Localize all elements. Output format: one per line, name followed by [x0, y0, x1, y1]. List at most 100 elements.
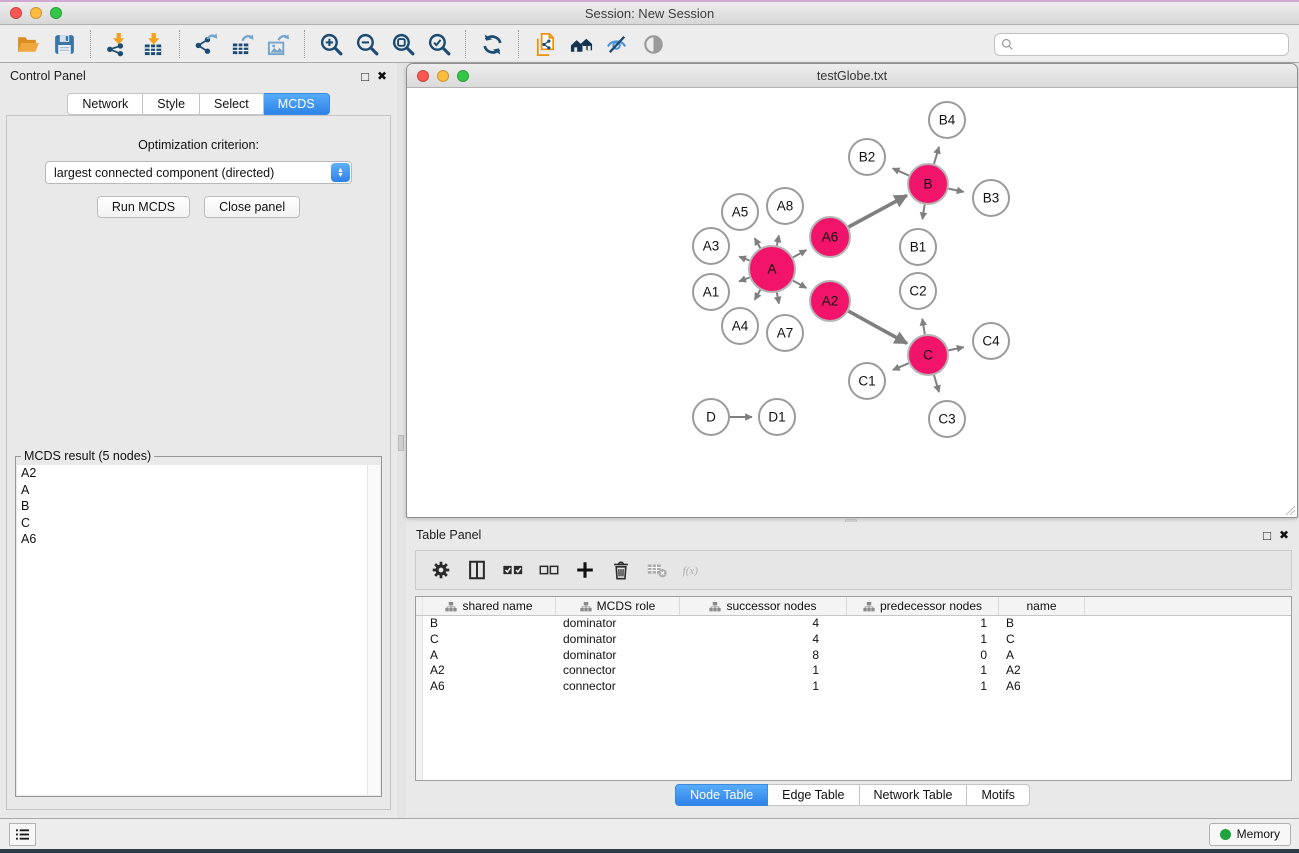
table-cell[interactable]: 8 [680, 648, 847, 664]
table-row-A[interactable]: Adominator80A [423, 648, 1291, 664]
graph-node-C1[interactable]: C1 [849, 363, 885, 399]
table-tab-motifs[interactable]: Motifs [967, 784, 1029, 806]
zoom-fit-icon[interactable] [387, 29, 419, 59]
graph-node-C4[interactable]: C4 [973, 323, 1009, 359]
graph-node-C[interactable]: C [908, 335, 948, 375]
graph-node-A8[interactable]: A8 [767, 188, 803, 224]
table-cell[interactable]: 1 [847, 679, 999, 695]
graph-node-A7[interactable]: A7 [767, 315, 803, 351]
column-header-successor-nodes[interactable]: successor nodes [680, 597, 847, 615]
graph-node-D[interactable]: D [693, 399, 729, 435]
mcds-result-item[interactable]: B [17, 498, 380, 515]
tab-select[interactable]: Select [200, 93, 264, 115]
graph-node-A3[interactable]: A3 [693, 228, 729, 264]
mcds-result-item[interactable]: A6 [17, 531, 380, 548]
export-image-icon[interactable] [262, 29, 294, 59]
table-close-icon[interactable]: ✖ [1279, 529, 1289, 541]
graph-node-B4[interactable]: B4 [929, 102, 965, 138]
table-tab-edge-table[interactable]: Edge Table [768, 784, 859, 806]
column-chooser-icon[interactable] [460, 554, 494, 586]
search-input[interactable] [1019, 38, 1282, 52]
close-panel-icon[interactable]: ✖ [377, 70, 387, 82]
graph-node-A5[interactable]: A5 [722, 194, 758, 230]
table-cell[interactable]: A2 [999, 663, 1085, 679]
table-cell[interactable]: A [999, 648, 1085, 664]
result-scrollbar[interactable] [367, 465, 380, 795]
table-cell[interactable]: 0 [847, 648, 999, 664]
graph-edge-C-C2[interactable] [922, 319, 925, 335]
task-history-button[interactable] [9, 823, 36, 846]
table-cell[interactable]: B [423, 616, 556, 632]
hide-panels-icon[interactable] [601, 29, 633, 59]
graph-edge-B-B2[interactable] [893, 168, 909, 175]
tab-style[interactable]: Style [143, 93, 200, 115]
clone-network-icon[interactable] [529, 29, 561, 59]
graph-edge-B-B4[interactable] [934, 147, 939, 164]
table-cell[interactable]: 1 [847, 616, 999, 632]
delete-table-icon[interactable] [640, 554, 674, 586]
graph-edge-A-A6[interactable] [793, 250, 806, 257]
graph-edge-A-A5[interactable] [755, 238, 761, 248]
table-tab-network-table[interactable]: Network Table [860, 784, 968, 806]
network-canvas[interactable]: B4B2BB3A5A8A6A3B1AA1C2A2A4A7C4CC1C3DD1 [407, 88, 1297, 517]
cytoscape-home-icon[interactable] [565, 29, 597, 59]
import-table-icon[interactable] [137, 29, 169, 59]
table-cell[interactable]: C [423, 632, 556, 648]
table-cell[interactable]: 4 [680, 632, 847, 648]
graph-node-A[interactable]: A [749, 246, 795, 292]
table-cell[interactable]: C [999, 632, 1085, 648]
graph-node-B3[interactable]: B3 [973, 180, 1009, 216]
graph-edge-C-C1[interactable] [893, 363, 909, 370]
zoom-in-icon[interactable] [315, 29, 347, 59]
graph-edge-A-A7[interactable] [777, 293, 779, 304]
show-eye-icon[interactable] [637, 29, 669, 59]
table-row-B[interactable]: Bdominator41B [423, 616, 1291, 632]
table-cell[interactable]: 1 [680, 679, 847, 695]
graph-node-D1[interactable]: D1 [759, 399, 795, 435]
mcds-result-item[interactable]: A [17, 482, 380, 499]
graph-node-A4[interactable]: A4 [722, 308, 758, 344]
table-tab-node-table[interactable]: Node Table [675, 784, 768, 806]
table-cell[interactable]: A6 [423, 679, 556, 695]
graph-edge-A-A8[interactable] [777, 235, 779, 245]
graph-node-B[interactable]: B [908, 164, 948, 204]
graph-edge-A2-C[interactable] [848, 311, 907, 343]
table-cell[interactable]: 1 [680, 663, 847, 679]
column-header-name[interactable]: name [999, 597, 1085, 615]
save-session-icon[interactable] [48, 29, 80, 59]
split-divider-handle[interactable] [398, 435, 404, 451]
graph-edge-A-A2[interactable] [793, 281, 806, 288]
table-cell[interactable]: dominator [556, 632, 680, 648]
table-cell[interactable]: dominator [556, 648, 680, 664]
zoom-out-icon[interactable] [351, 29, 383, 59]
table-cell[interactable]: B [999, 616, 1085, 632]
table-cell[interactable]: 1 [847, 663, 999, 679]
window-resize-grip[interactable] [1283, 503, 1295, 515]
graph-edge-C-C3[interactable] [934, 375, 939, 392]
table-cell[interactable]: A2 [423, 663, 556, 679]
graph-edge-A-A4[interactable] [755, 290, 761, 300]
float-panel-icon[interactable]: □ [361, 70, 369, 83]
mcds-result-item[interactable]: C [17, 515, 380, 532]
function-builder-icon[interactable]: f(x) [676, 554, 710, 586]
table-settings-icon[interactable] [424, 554, 458, 586]
column-header-predecessor-nodes[interactable]: predecessor nodes [847, 597, 999, 615]
table-row-C[interactable]: Cdominator41C [423, 632, 1291, 648]
graph-node-B2[interactable]: B2 [849, 139, 885, 175]
table-cell[interactable]: 4 [680, 616, 847, 632]
run-mcds-button[interactable]: Run MCDS [97, 196, 190, 218]
import-network-icon[interactable] [101, 29, 133, 59]
graph-node-A2[interactable]: A2 [810, 281, 850, 321]
memory-button[interactable]: Memory [1209, 823, 1291, 846]
tab-mcds[interactable]: MCDS [264, 93, 330, 115]
table-cell[interactable]: connector [556, 663, 680, 679]
table-cell[interactable]: A [423, 648, 556, 664]
zoom-selected-icon[interactable] [423, 29, 455, 59]
table-row-A6[interactable]: A6connector11A6 [423, 679, 1291, 695]
graph-edge-A-A3[interactable] [739, 257, 749, 261]
column-header-shared-name[interactable]: shared name [423, 597, 556, 615]
add-column-icon[interactable] [568, 554, 602, 586]
search-box[interactable] [994, 33, 1289, 56]
graph-node-C3[interactable]: C3 [929, 401, 965, 437]
graph-edge-C-C4[interactable] [949, 347, 964, 350]
